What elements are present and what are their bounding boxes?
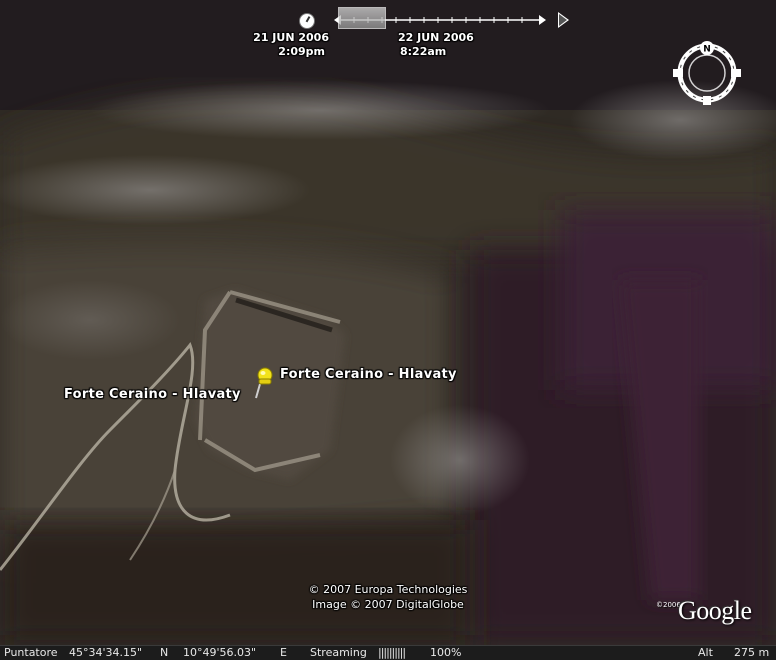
compass-icon[interactable]: N [672,40,742,106]
start-date: 21 JUN 2006 [253,31,329,44]
placemark-label-secondary[interactable]: Forte Ceraino - Hlavaty [64,387,241,402]
altitude-value: 275 m [734,646,770,659]
longitude-hemisphere: E [280,646,287,659]
time-slider[interactable]: 21 JUN 2006 2:09pm 22 JUN 2006 8:22am [253,6,576,62]
pointer-label: Puntatore [4,646,58,659]
status-bar: Puntatore 45°34'34.15" N 10°49'56.03" E … [0,645,776,660]
clock-icon[interactable] [299,13,315,29]
streaming-percent: 100% [430,646,462,659]
streaming-label: Streaming [310,646,367,659]
google-logo: Google [678,596,752,625]
start-time: 2:09pm [278,45,325,58]
end-time: 8:22am [400,45,447,58]
credit-europa: © 2007 Europa Technologies [308,583,468,596]
latitude-hemisphere: N [160,646,169,659]
play-icon[interactable] [558,12,569,28]
satellite-imagery[interactable] [0,0,776,645]
pointer-latitude: 45°34'34.15" [69,646,143,659]
streaming-progress-bars: |||||||||| [378,646,406,659]
altitude-label: Alt [698,646,713,659]
end-date: 22 JUN 2006 [398,31,474,44]
pushpin-icon[interactable] [253,366,277,400]
compass-north-label: N [703,45,711,55]
map-viewer[interactable]: 21 JUN 2006 2:09pm 22 JUN 2006 8:22am N … [0,0,776,645]
placemark-label[interactable]: Forte Ceraino - Hlavaty [280,367,457,382]
time-window-handle[interactable] [338,7,386,29]
pointer-longitude: 10°49'56.03" [183,646,257,659]
